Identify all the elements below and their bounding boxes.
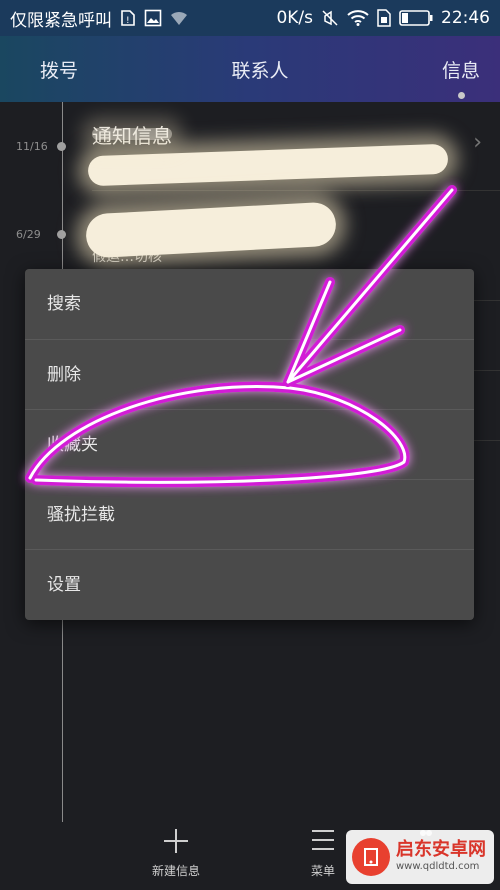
menu-item-settings[interactable]: 设置 [25,549,474,619]
timeline-dot [57,230,66,239]
menu-item-spam-block[interactable]: 骚扰拦截 [25,479,474,549]
new-message-label: 新建信息 [151,864,200,878]
message-date: 11/16 [16,140,48,153]
divider [474,370,500,371]
menu-button[interactable]: 菜单 [298,828,348,879]
bottom-action-bar: 新建信息 菜单 启东安卓网 www.qdldtd.com [0,822,500,890]
wifi-alert-icon [170,10,188,26]
menu-item-delete[interactable]: 删除 [25,339,474,409]
carrier-text: 仅限紧急呼叫 [10,10,112,31]
tab-messages[interactable]: 信息 [442,56,480,99]
new-message-button[interactable]: 新建信息 [146,828,206,879]
network-speed: 0K/s [276,8,313,28]
menu-label: 菜单 [310,864,335,878]
chevron-right-icon: › [473,130,482,155]
mute-icon [321,9,339,27]
timeline-dot [57,142,66,151]
divider [474,300,500,301]
sim-alert-icon: ! [120,9,136,27]
status-bar: 仅限紧急呼叫 ! 0K/s 22:46 [0,0,500,36]
wifi-icon [347,10,369,26]
watermark-url: www.qdldtd.com [396,861,480,872]
clock: 22:46 [441,8,490,28]
tab-bar: 拨号 联系人 信息 [0,36,500,102]
sim-card-icon [377,9,391,27]
tab-dialer[interactable]: 拨号 [40,56,78,83]
site-logo-icon [352,838,390,876]
watermark: 启东安卓网 www.qdldtd.com [346,830,494,884]
menu-item-favorites[interactable]: 收藏夹 [25,409,474,479]
tab-contacts[interactable]: 联系人 [231,56,288,83]
message-date: 6/29 [16,228,41,241]
watermark-title: 启东安卓网 [396,839,486,860]
battery-icon [399,10,433,26]
menu-icon [298,828,348,862]
divider [474,440,500,441]
svg-text:!: ! [126,16,130,26]
menu-item-search[interactable]: 搜索 [25,269,474,339]
plus-icon [146,828,206,862]
options-menu: 搜索 删除 收藏夹 骚扰拦截 设置 [25,269,474,620]
redaction-scribble [92,128,172,140]
image-icon [144,9,162,27]
